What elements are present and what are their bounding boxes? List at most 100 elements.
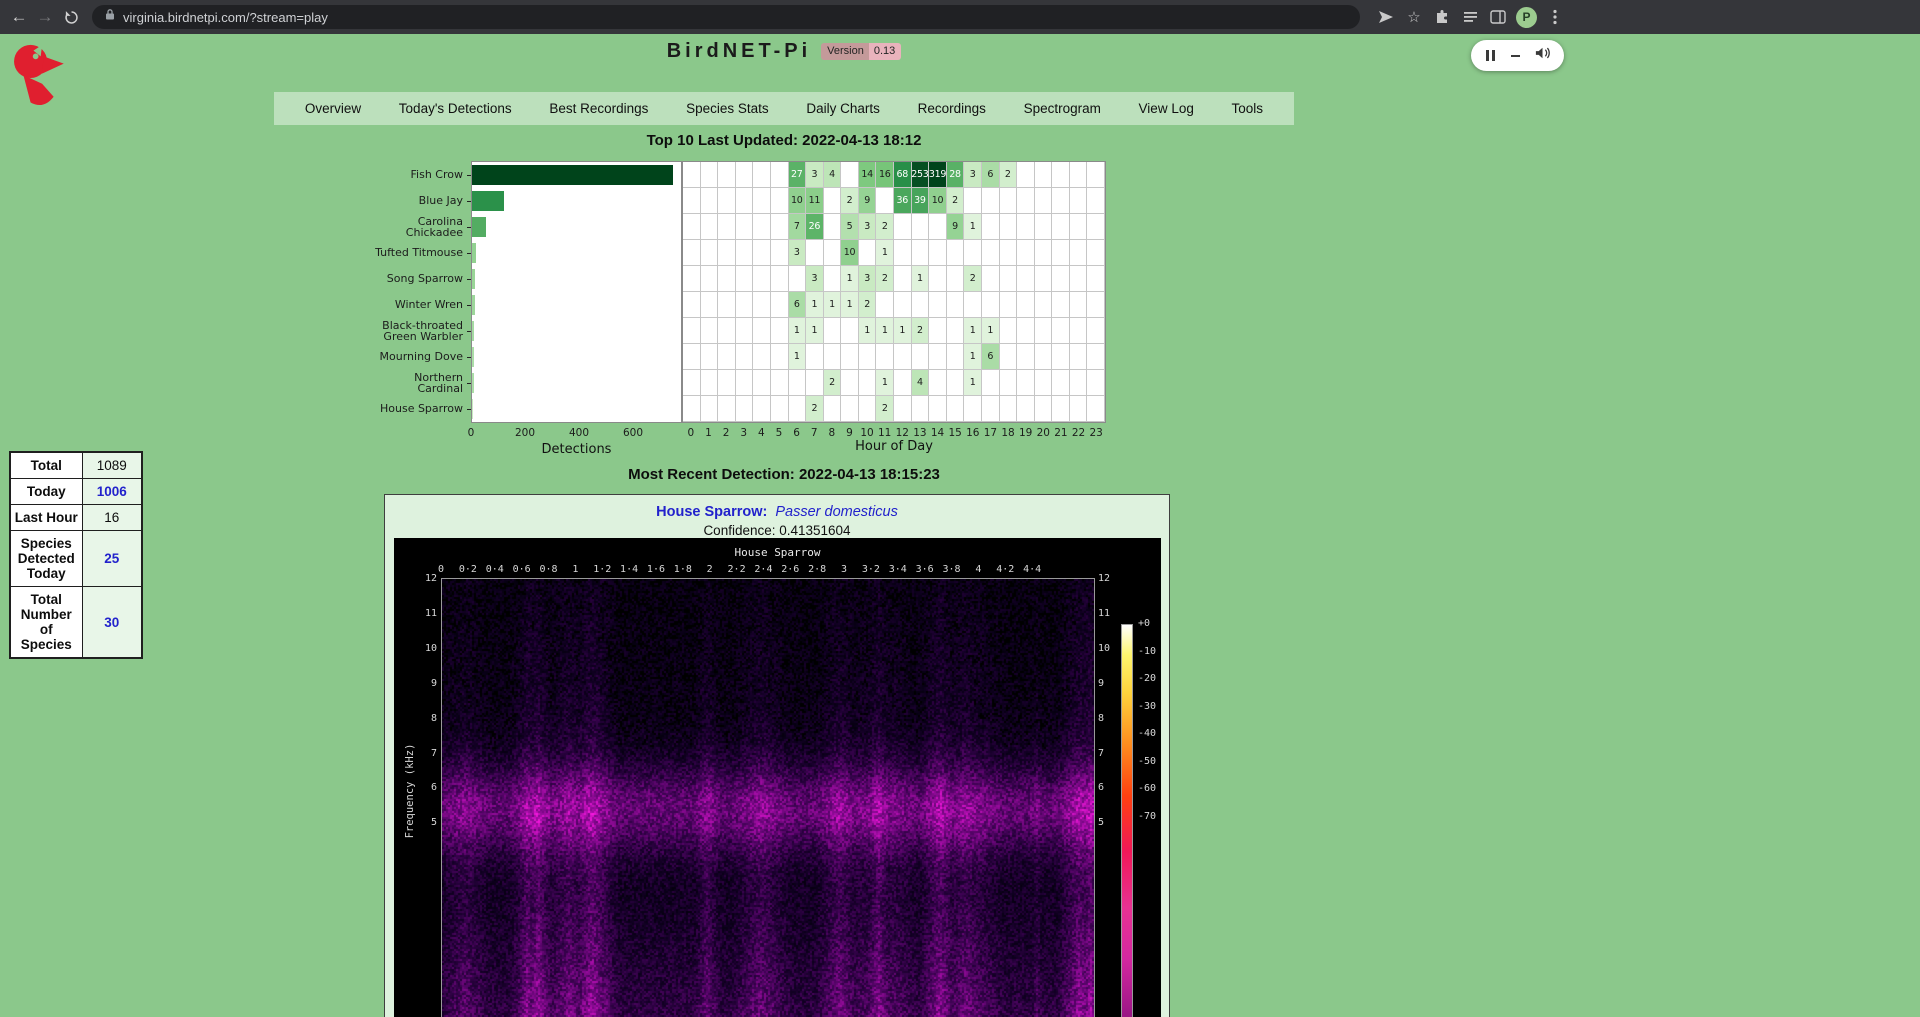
nav-todays-detections[interactable]: Today's Detections xyxy=(399,101,512,116)
heatmap-cell xyxy=(912,240,930,266)
time-tick-label: 4 xyxy=(975,564,981,575)
table-row: Today 1006 xyxy=(10,479,142,505)
nav-spectrogram[interactable]: Spectrogram xyxy=(1024,101,1101,116)
heatmap-cell xyxy=(1070,240,1088,266)
heatmap-cell: 39 xyxy=(912,188,930,214)
heatmap-cell xyxy=(1035,370,1053,396)
heatmap-cell xyxy=(753,266,771,292)
heatmap-cell xyxy=(1000,318,1018,344)
profile-avatar[interactable]: P xyxy=(1516,7,1537,28)
detection-species-link[interactable]: House Sparrow: xyxy=(656,504,767,520)
species-label: Mourning Dove xyxy=(274,344,471,370)
heatmap-cell xyxy=(736,162,754,188)
heatmap-cell xyxy=(1017,162,1035,188)
heatmap-cell xyxy=(1017,318,1035,344)
heatmap-cell xyxy=(1087,266,1105,292)
heatmap-cell xyxy=(718,292,736,318)
heatmap-cell xyxy=(1070,292,1088,318)
heatmap-cell xyxy=(894,292,912,318)
nav-best-recordings[interactable]: Best Recordings xyxy=(549,101,648,116)
heatmap-cell xyxy=(876,344,894,370)
hour-tick-label: 5 xyxy=(776,427,783,439)
time-tick-label: 2·4 xyxy=(754,564,772,575)
stat-value-total-species[interactable]: 30 xyxy=(82,587,142,659)
hour-tick-label: 12 xyxy=(896,427,909,439)
heatmap-cell xyxy=(982,266,1000,292)
version-badge: Version0.13 xyxy=(821,45,901,57)
db-tick-label: -10 xyxy=(1138,646,1156,657)
forward-button[interactable]: → xyxy=(32,7,58,27)
stat-value-today[interactable]: 1006 xyxy=(82,479,142,505)
heatmap-cell xyxy=(806,240,824,266)
heatmap-cell: 10 xyxy=(841,240,859,266)
heatmap-cell xyxy=(1052,162,1070,188)
heatmap-cell xyxy=(982,370,1000,396)
time-tick-label: 4·4 xyxy=(1023,564,1041,575)
heatmap-cell xyxy=(982,240,1000,266)
heatmap-cell xyxy=(736,396,754,422)
heatmap-cell: 1 xyxy=(841,292,859,318)
heatmap-cell xyxy=(736,214,754,240)
heatmap-cell: 10 xyxy=(789,188,807,214)
time-tick-label: 0·8 xyxy=(539,564,557,575)
hour-tick-label: 18 xyxy=(1001,427,1014,439)
heatmap-cell xyxy=(753,188,771,214)
heatmap-cell: 2 xyxy=(824,370,842,396)
heatmap-cell xyxy=(964,396,982,422)
species-label: Blue Jay xyxy=(274,188,471,214)
nav-tools[interactable]: Tools xyxy=(1232,101,1264,116)
heatmap-cell: 2 xyxy=(947,188,965,214)
heatmap-cell xyxy=(753,344,771,370)
address-bar[interactable]: virginia.birdnetpi.com/?stream=play xyxy=(92,5,1360,29)
nav-recordings[interactable]: Recordings xyxy=(918,101,986,116)
nav-view-log[interactable]: View Log xyxy=(1139,101,1194,116)
speaker-button[interactable] xyxy=(1534,46,1551,65)
table-row: Total Number of Species 30 xyxy=(10,587,142,659)
nav-species-stats[interactable]: Species Stats xyxy=(686,101,769,116)
heatmap-cell xyxy=(841,344,859,370)
time-tick-label: 0 xyxy=(438,564,444,575)
nav-daily-charts[interactable]: Daily Charts xyxy=(806,101,880,116)
side-panel-button[interactable] xyxy=(1488,7,1508,27)
heatmap-cell: 1 xyxy=(876,370,894,396)
heatmap-cell xyxy=(1035,396,1053,422)
heatmap-cell: 14 xyxy=(859,162,877,188)
heatmap-cell xyxy=(1070,370,1088,396)
bar-axis-ticks: 0200400600 xyxy=(471,427,682,441)
heatmap-cell xyxy=(1017,370,1035,396)
send-button[interactable] xyxy=(1376,7,1396,27)
back-button[interactable]: ← xyxy=(6,7,32,27)
table-row: Total 1089 xyxy=(10,452,142,479)
bar-axis-label: Detections xyxy=(471,442,682,457)
stat-value-species-today[interactable]: 25 xyxy=(82,531,142,587)
heatmap-cell xyxy=(718,318,736,344)
detections-bar-plot xyxy=(471,161,682,423)
bookmark-star-button[interactable]: ☆ xyxy=(1404,7,1424,27)
heatmap-cell: 2 xyxy=(964,266,982,292)
heatmap-cell xyxy=(736,344,754,370)
heatmap-cell xyxy=(701,162,719,188)
reload-button[interactable] xyxy=(58,10,84,25)
reading-list-button[interactable] xyxy=(1460,7,1480,27)
pause-button[interactable] xyxy=(1484,50,1496,61)
toolbar-actions: ☆ P xyxy=(1376,0,1565,34)
version-value: 0.13 xyxy=(869,43,901,60)
heatmap-cell xyxy=(947,318,965,344)
most-recent-heading: Most Recent Detection: 2022-04-13 18:15:… xyxy=(274,466,1294,483)
heatmap-cell xyxy=(1087,292,1105,318)
bar-tick-label: 0 xyxy=(468,427,475,439)
heatmap-cell: 1 xyxy=(876,240,894,266)
heatmap-cell: 253 xyxy=(912,162,930,188)
frequency-axis-label: Frequency (kHz) xyxy=(404,731,416,851)
heatmap-cell xyxy=(876,292,894,318)
heatmap-cell: 28 xyxy=(947,162,965,188)
heatmap-cell xyxy=(1035,188,1053,214)
menu-button[interactable] xyxy=(1545,7,1565,27)
table-row: Last Hour 16 xyxy=(10,505,142,531)
extensions-button[interactable] xyxy=(1432,7,1452,27)
time-tick-label: 1·6 xyxy=(647,564,665,575)
heatmap-cell xyxy=(912,344,930,370)
nav-overview[interactable]: Overview xyxy=(305,101,361,116)
hour-tick-label: 15 xyxy=(949,427,962,439)
heatmap-cell xyxy=(1035,214,1053,240)
